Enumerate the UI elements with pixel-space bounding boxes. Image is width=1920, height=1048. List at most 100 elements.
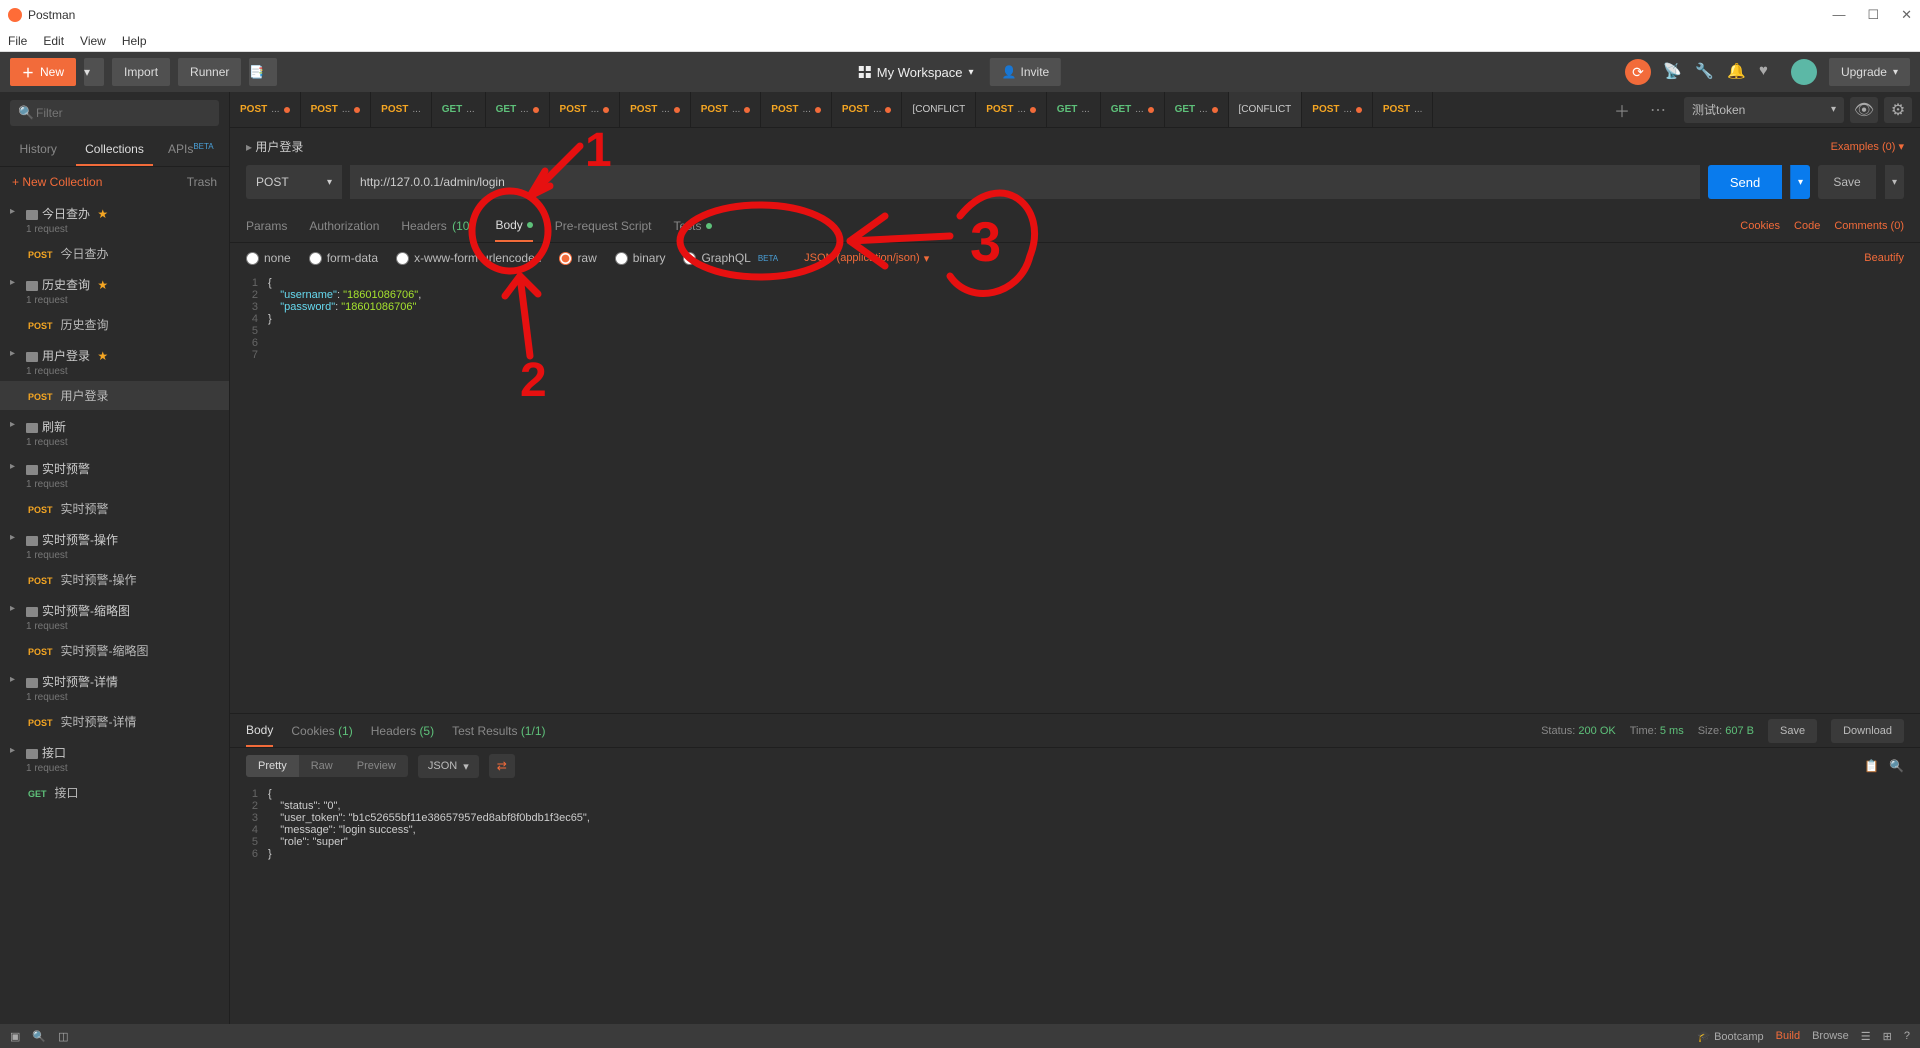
request-tab[interactable]: GET...	[1165, 92, 1229, 127]
build-link[interactable]: Build	[1776, 1030, 1800, 1042]
collection-folder[interactable]: 实时预警-操作1 request	[0, 523, 229, 565]
resp-tab-tests[interactable]: Test Results (1/1)	[452, 716, 545, 746]
request-tab[interactable]: GET...	[432, 92, 486, 127]
console-icon[interactable]: ▣	[10, 1030, 20, 1043]
tab-params[interactable]: Params	[246, 211, 287, 241]
sync-icon[interactable]: ⟳	[1625, 59, 1651, 85]
maximize-icon[interactable]: ☐	[1867, 7, 1879, 23]
add-tab-button[interactable]: ＋	[1604, 92, 1640, 127]
workspace-selector[interactable]: My Workspace ▾	[859, 65, 974, 80]
request-item[interactable]: POST实时预警	[0, 494, 229, 523]
examples-dropdown[interactable]: Examples (0) ▾	[1831, 140, 1904, 153]
layout-vertical-icon[interactable]: ⊞	[1883, 1030, 1892, 1043]
wrench-icon[interactable]: 🔧	[1695, 62, 1715, 82]
request-tab[interactable]: POST...	[301, 92, 372, 127]
request-tab[interactable]: GET...	[486, 92, 550, 127]
resp-tab-cookies[interactable]: Cookies (1)	[291, 716, 352, 746]
browse-link[interactable]: Browse	[1812, 1030, 1849, 1042]
copy-icon[interactable]: 📋	[1864, 759, 1879, 773]
collection-folder[interactable]: 今日查办 ★1 request	[0, 197, 229, 239]
resp-tab-headers[interactable]: Headers (5)	[371, 716, 434, 746]
collection-folder[interactable]: 历史查询 ★1 request	[0, 268, 229, 310]
request-item[interactable]: GET接口	[0, 778, 229, 807]
send-dropdown[interactable]: ▾	[1790, 165, 1810, 199]
new-button[interactable]: ＋New	[10, 58, 76, 86]
request-tab[interactable]: POST...	[976, 92, 1047, 127]
runner-button[interactable]: Runner	[178, 58, 241, 86]
beautify-link[interactable]: Beautify	[1864, 252, 1904, 264]
request-item[interactable]: POST实时预警-缩略图	[0, 636, 229, 665]
request-item[interactable]: POST实时预警-操作	[0, 565, 229, 594]
request-body-editor[interactable]: 1{2 "username": "18601086706",3 "passwor…	[230, 273, 1920, 714]
cookies-link[interactable]: Cookies	[1740, 220, 1780, 232]
request-tab[interactable]: POST...	[1302, 92, 1373, 127]
new-collection-button[interactable]: + New Collection	[12, 175, 102, 189]
filter-input[interactable]	[10, 100, 219, 126]
save-dropdown[interactable]: ▾	[1884, 165, 1904, 199]
request-item[interactable]: POST实时预警-详情	[0, 707, 229, 736]
resp-pretty[interactable]: Pretty	[246, 755, 299, 777]
tab-headers[interactable]: Headers (10)	[401, 211, 473, 241]
request-tab[interactable]: POST...	[691, 92, 762, 127]
invite-button[interactable]: 👤 Invite	[990, 58, 1062, 86]
tab-overflow-button[interactable]: ⋯	[1640, 92, 1676, 127]
collection-folder[interactable]: 实时预警-缩略图1 request	[0, 594, 229, 636]
two-pane-icon[interactable]: ◫	[58, 1030, 68, 1043]
tab-history[interactable]: History	[0, 134, 76, 166]
save-button[interactable]: Save	[1818, 165, 1876, 199]
collection-folder[interactable]: 刷新1 request	[0, 410, 229, 452]
menu-view[interactable]: View	[80, 34, 106, 48]
response-body-viewer[interactable]: 1{2 "status": "0",3 "user_token": "b1c52…	[230, 784, 1920, 1024]
body-urlencoded[interactable]: x-www-form-urlencoded	[396, 251, 541, 265]
tab-prerequest[interactable]: Pre-request Script	[555, 211, 652, 241]
request-item[interactable]: POST用户登录	[0, 381, 229, 410]
heart-icon[interactable]: ♥	[1759, 62, 1779, 82]
body-formdata[interactable]: form-data	[309, 251, 378, 265]
content-type-dropdown[interactable]: JSON (application/json) ▾	[804, 252, 929, 265]
body-graphql[interactable]: GraphQLBETA	[683, 251, 778, 265]
body-binary[interactable]: binary	[615, 251, 666, 265]
import-button[interactable]: Import	[112, 58, 170, 86]
tab-collections[interactable]: Collections	[76, 134, 152, 166]
request-item[interactable]: POST今日查办	[0, 239, 229, 268]
collection-folder[interactable]: 接口1 request	[0, 736, 229, 778]
url-input[interactable]	[350, 165, 1700, 199]
resp-format-selector[interactable]: JSON ▾	[418, 755, 479, 778]
request-tab[interactable]: POST...	[230, 92, 301, 127]
resp-save-button[interactable]: Save	[1768, 719, 1817, 743]
resp-preview[interactable]: Preview	[345, 755, 408, 777]
resp-download-button[interactable]: Download	[1831, 719, 1904, 743]
request-tab[interactable]: POST...	[550, 92, 621, 127]
request-tab[interactable]: [CONFLICT	[1229, 92, 1303, 127]
new-dropdown[interactable]: ▾	[84, 58, 104, 86]
body-none[interactable]: none	[246, 251, 291, 265]
menu-help[interactable]: Help	[122, 34, 147, 48]
request-item[interactable]: POST历史查询	[0, 310, 229, 339]
search-response-icon[interactable]: 🔍	[1889, 759, 1904, 773]
resp-tab-body[interactable]: Body	[246, 715, 273, 747]
body-raw[interactable]: raw	[559, 251, 596, 265]
resp-raw[interactable]: Raw	[299, 755, 345, 777]
request-tab[interactable]: POST...	[761, 92, 832, 127]
wrap-lines-icon[interactable]: ⇄	[489, 754, 515, 778]
minimize-icon[interactable]: —	[1832, 7, 1845, 23]
request-tab[interactable]: POST...	[1373, 92, 1434, 127]
collection-folder[interactable]: 实时预警-详情1 request	[0, 665, 229, 707]
request-tab[interactable]: POST...	[832, 92, 903, 127]
bootcamp-link[interactable]: 🎓 Bootcamp	[1697, 1030, 1763, 1043]
request-tab[interactable]: GET...	[1047, 92, 1101, 127]
capture-requests-button[interactable]: 📑	[249, 58, 277, 86]
code-link[interactable]: Code	[1794, 220, 1820, 232]
env-quicklook-icon[interactable]: 👁	[1850, 97, 1878, 123]
close-icon[interactable]: ✕	[1901, 7, 1912, 23]
request-tab[interactable]: POST...	[620, 92, 691, 127]
environment-selector[interactable]: 测试token▾	[1684, 97, 1844, 123]
collection-folder[interactable]: 用户登录 ★1 request	[0, 339, 229, 381]
method-selector[interactable]: POST▾	[246, 165, 342, 199]
bell-icon[interactable]: 🔔	[1727, 62, 1747, 82]
tab-apis[interactable]: APIsBETA	[153, 134, 229, 166]
request-tab[interactable]: [CONFLICT	[902, 92, 976, 127]
request-tab[interactable]: GET...	[1101, 92, 1165, 127]
help-icon[interactable]: ?	[1904, 1030, 1910, 1042]
layout-horizontal-icon[interactable]: ☰	[1861, 1030, 1871, 1043]
